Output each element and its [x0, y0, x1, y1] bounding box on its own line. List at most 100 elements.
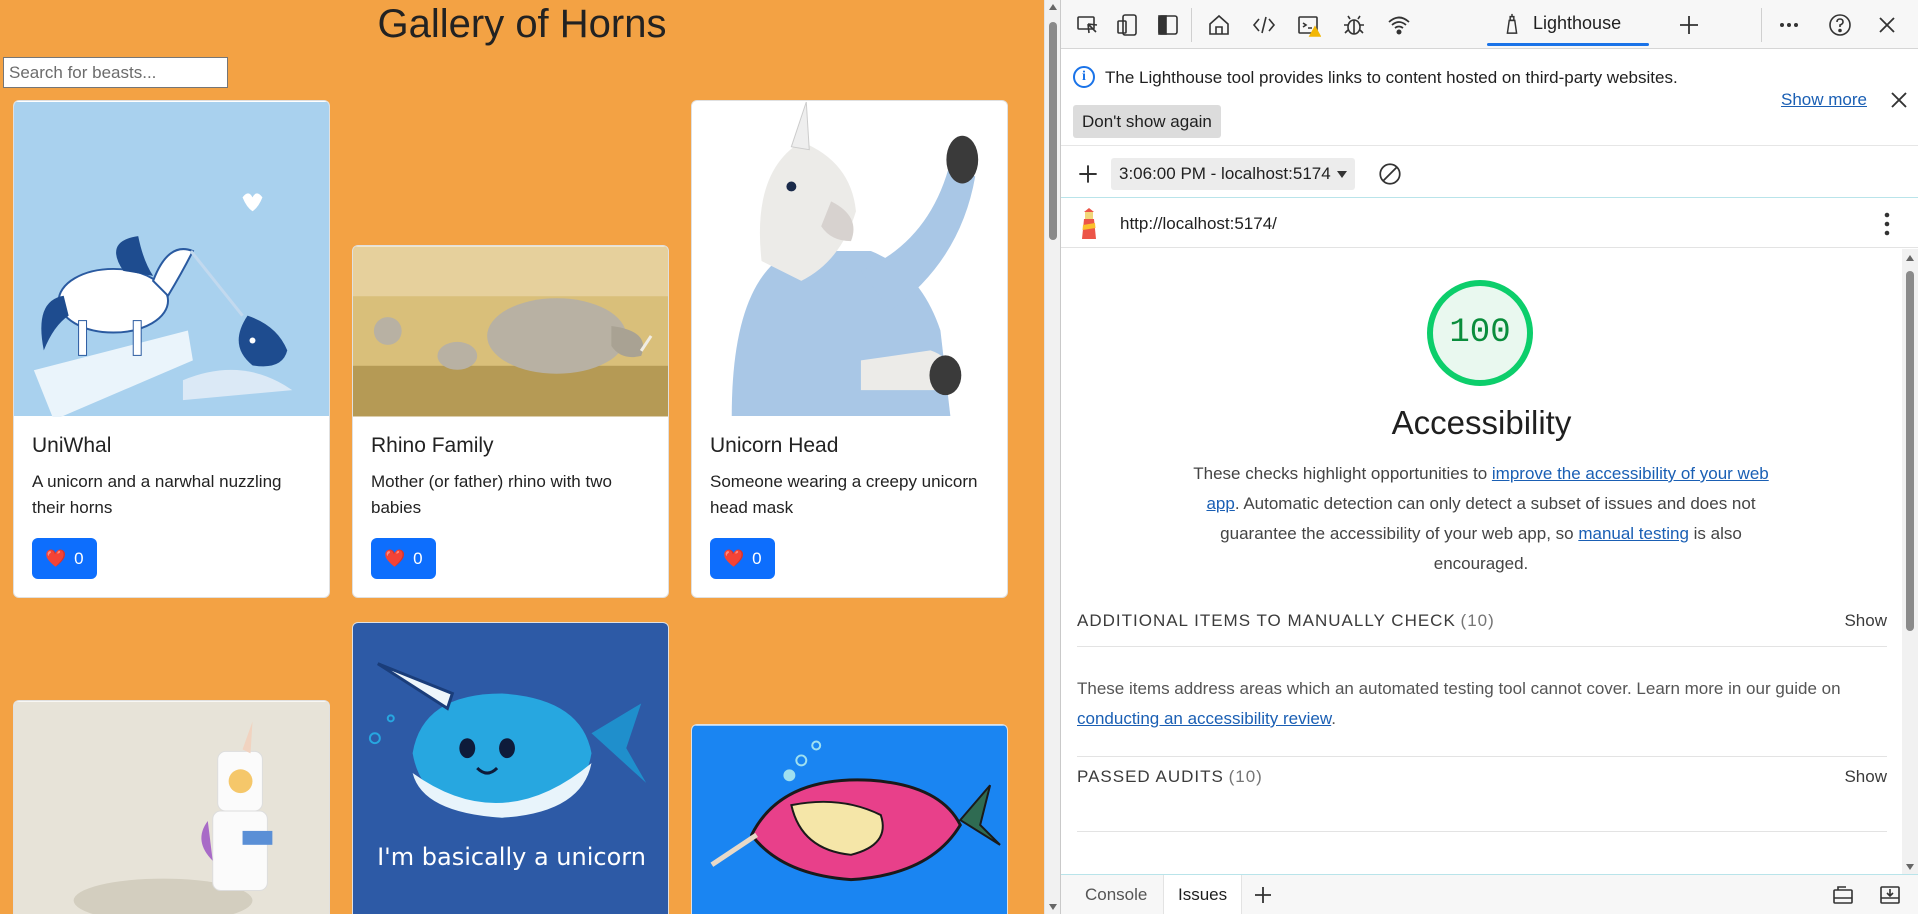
- scroll-down-icon[interactable]: [1906, 864, 1914, 870]
- lighthouse-logo-icon: [1075, 207, 1103, 241]
- console-icon[interactable]: [1295, 11, 1323, 39]
- card-image-basically-unicorn[interactable]: I'm basically a unicorn: [353, 623, 668, 914]
- scroll-up-icon[interactable]: [1049, 4, 1057, 10]
- passed-audits-group-header[interactable]: PASSED AUDITS (10) Show: [1077, 762, 1887, 792]
- search-input[interactable]: [3, 57, 228, 88]
- close-icon[interactable]: [1885, 86, 1913, 114]
- manual-text-end: .: [1331, 709, 1336, 728]
- welcome-home-icon[interactable]: [1205, 11, 1233, 39]
- add-tab-icon[interactable]: [1675, 11, 1703, 39]
- card-image-rhino-family[interactable]: [353, 246, 668, 417]
- dock-drawer-icon[interactable]: [1831, 883, 1857, 909]
- card-description: Mother (or father) rhino with two babies: [371, 472, 612, 517]
- collapse-drawer-icon[interactable]: [1878, 883, 1904, 909]
- manual-testing-link[interactable]: manual testing: [1578, 524, 1689, 543]
- heart-icon: ❤️: [723, 548, 745, 568]
- dock-icon[interactable]: [1154, 11, 1182, 39]
- like-count: 0: [413, 548, 423, 568]
- beast-card-uniwhal: UniWhal A unicorn and a narwhal nuzzling…: [13, 100, 330, 598]
- card-description: A unicorn and a narwhal nuzzling their h…: [32, 472, 282, 517]
- scrollbar-thumb[interactable]: [1049, 22, 1057, 240]
- report-url-bar: http://localhost:5174/: [1061, 199, 1918, 248]
- new-report-icon[interactable]: [1075, 161, 1101, 187]
- card-title: Rhino Family: [371, 434, 494, 457]
- drawer-tab-issues[interactable]: Issues: [1163, 875, 1243, 914]
- like-button[interactable]: ❤️ 0: [32, 538, 97, 579]
- help-icon[interactable]: [1826, 11, 1854, 39]
- manual-text: These items address areas which an autom…: [1077, 679, 1841, 698]
- page-scrollbar[interactable]: [1044, 0, 1060, 914]
- beast-card-lego-unicorn: [13, 700, 330, 914]
- beast-card-rhino-family: Rhino Family Mother (or father) rhino wi…: [352, 245, 669, 598]
- clear-reports-icon[interactable]: [1377, 161, 1403, 187]
- lighthouse-report: 100 Accessibility These checks highlight…: [1061, 249, 1902, 874]
- infobar: i The Lighthouse tool provides links to …: [1061, 50, 1918, 146]
- more-icon[interactable]: [1775, 11, 1803, 39]
- tab-lighthouse-label: Lighthouse: [1533, 13, 1622, 33]
- desc-text: These checks highlight opportunities to: [1193, 464, 1492, 483]
- divider: [1077, 831, 1887, 832]
- report-url: http://localhost:5174/: [1120, 214, 1277, 233]
- heart-icon: ❤️: [45, 548, 67, 568]
- group-name: ADDITIONAL ITEMS TO MANUALLY CHECK: [1077, 611, 1456, 630]
- image-caption: I'm basically a unicorn: [377, 843, 646, 871]
- toolbar-separator: [1191, 8, 1192, 42]
- lighthouse-icon: [1506, 13, 1518, 34]
- card-image-uniwhal[interactable]: [14, 101, 329, 417]
- card-title: UniWhal: [32, 434, 112, 457]
- report-scrollbar[interactable]: [1902, 249, 1918, 874]
- divider: [1077, 756, 1887, 757]
- infobar-message: The Lighthouse tool provides links to co…: [1105, 68, 1678, 87]
- group-count: (10): [1460, 611, 1495, 630]
- close-icon[interactable]: [1873, 11, 1901, 39]
- group-name: PASSED AUDITS: [1077, 767, 1224, 786]
- category-description: These checks highlight opportunities to …: [1181, 459, 1781, 579]
- elements-icon[interactable]: [1250, 11, 1278, 39]
- network-icon[interactable]: [1385, 11, 1413, 39]
- manual-check-group-header[interactable]: ADDITIONAL ITEMS TO MANUALLY CHECK (10) …: [1077, 606, 1887, 636]
- toolbar-separator: [1761, 8, 1762, 42]
- beast-card-basically-unicorn: I'm basically a unicorn: [352, 622, 669, 914]
- gallery-title: Gallery of Horns: [377, 2, 667, 46]
- dont-show-again-button[interactable]: Don't show again: [1073, 105, 1221, 138]
- gallery-app: Gallery of Horns UniWhal A unico: [0, 0, 1044, 914]
- manual-check-description: These items address areas which an autom…: [1077, 674, 1877, 734]
- like-count: 0: [752, 548, 762, 568]
- inspect-icon[interactable]: [1074, 11, 1102, 39]
- like-count: 0: [74, 548, 84, 568]
- card-image-unicorn-head[interactable]: [692, 101, 1007, 417]
- drawer-tab-console[interactable]: Console: [1071, 875, 1161, 914]
- report-toolbar: 3:06:00 PM - localhost:5174: [1061, 152, 1918, 198]
- like-button[interactable]: ❤️ 0: [710, 538, 775, 579]
- divider: [1077, 646, 1887, 647]
- show-more-link[interactable]: Show more: [1781, 90, 1867, 110]
- group-show-toggle[interactable]: Show: [1844, 611, 1887, 631]
- beast-card-unicorn-head: Unicorn Head Someone wearing a creepy un…: [691, 100, 1008, 598]
- heart-icon: ❤️: [384, 548, 406, 568]
- like-button[interactable]: ❤️ 0: [371, 538, 436, 579]
- scroll-up-icon[interactable]: [1906, 255, 1914, 261]
- device-emulation-icon[interactable]: [1114, 11, 1142, 39]
- group-show-toggle[interactable]: Show: [1844, 767, 1887, 787]
- scrollbar-thumb[interactable]: [1906, 271, 1914, 631]
- card-image-lego-unicorn[interactable]: [14, 701, 329, 914]
- devtools-panel: Lighthouse i The Lighthouse tool provide…: [1061, 0, 1918, 914]
- devtools-toolbar: Lighthouse: [1061, 0, 1918, 49]
- report-menu-icon[interactable]: [1877, 210, 1897, 238]
- info-icon: i: [1073, 66, 1095, 88]
- add-drawer-tab-icon[interactable]: [1251, 883, 1277, 909]
- devtools-drawer: Console Issues: [1061, 874, 1918, 914]
- score-value: 100: [1449, 314, 1511, 352]
- sources-debug-icon[interactable]: [1340, 11, 1368, 39]
- dropdown-caret-icon: [1336, 171, 1347, 178]
- active-tab-indicator: [1487, 43, 1649, 46]
- beast-card-pink-narwhal: [691, 724, 1008, 914]
- accessibility-review-link[interactable]: conducting an accessibility review: [1077, 709, 1331, 728]
- card-description: Someone wearing a creepy unicorn head ma…: [710, 472, 978, 517]
- scroll-down-icon[interactable]: [1049, 904, 1057, 910]
- tab-lighthouse[interactable]: Lighthouse: [1487, 0, 1649, 47]
- card-image-pink-narwhal[interactable]: [692, 725, 1007, 914]
- category-title: Accessibility: [1391, 404, 1572, 441]
- report-select[interactable]: 3:06:00 PM - localhost:5174: [1111, 158, 1355, 190]
- report-select-value: 3:06:00 PM - localhost:5174: [1119, 164, 1331, 183]
